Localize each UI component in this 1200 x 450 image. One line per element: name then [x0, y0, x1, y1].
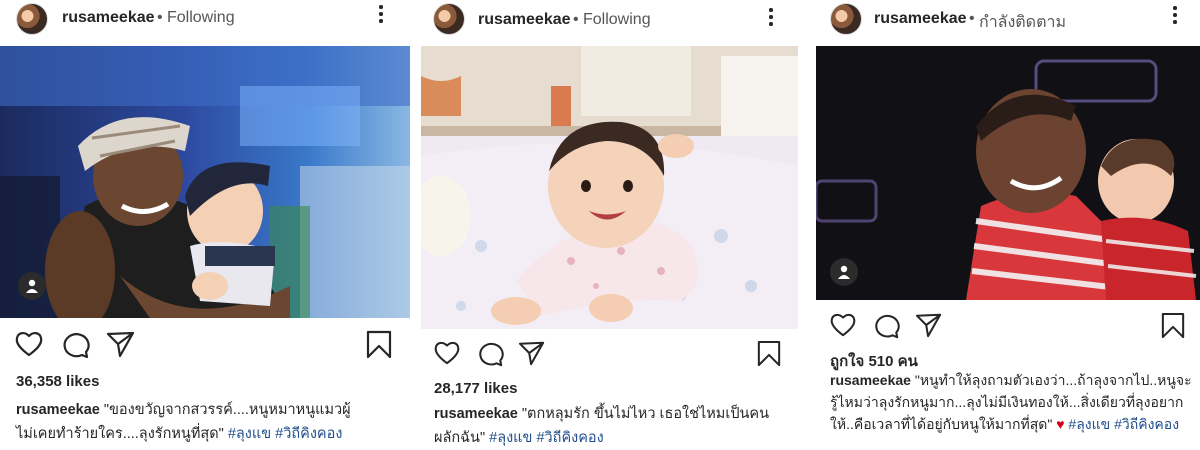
action-bar — [421, 340, 798, 370]
follow-status[interactable]: กำลังติดตาม — [979, 10, 1066, 35]
post-image[interactable] — [421, 46, 798, 329]
hashtag[interactable]: #ลุงแข — [489, 430, 532, 446]
post-image[interactable] — [816, 46, 1200, 300]
heart-outline-icon[interactable] — [14, 330, 44, 358]
post-image[interactable] — [0, 46, 410, 318]
bookmark-icon[interactable] — [366, 330, 392, 360]
caption-username[interactable]: rusameekae — [16, 402, 100, 418]
caption: rusameekae "ตกหลุมรัก ขึ้นไม่ไหว เธอใช่ไ… — [434, 402, 784, 450]
avatar[interactable] — [16, 3, 48, 35]
heart-outline-icon[interactable] — [433, 340, 461, 366]
post-card-3: rusameekae • กำลังติดตาม ถูกใจ 510 คน ru… — [816, 0, 1200, 450]
username-link[interactable]: rusameekae — [478, 11, 571, 29]
hashtag[interactable]: #ลุงแข — [228, 426, 271, 442]
bookmark-icon[interactable] — [757, 340, 781, 368]
caption-username[interactable]: rusameekae — [434, 406, 518, 422]
paper-plane-icon[interactable] — [518, 340, 546, 366]
action-bar — [0, 330, 410, 360]
user-tag-icon[interactable] — [830, 258, 858, 286]
paper-plane-icon[interactable] — [106, 330, 136, 358]
paper-plane-icon[interactable] — [915, 312, 943, 338]
separator-dot: • — [969, 10, 975, 27]
action-bar — [816, 312, 1200, 342]
post-header: rusameekae • กำลังติดตาม — [816, 0, 1200, 44]
post-card-1: rusameekae • Following 36,358 likes rusa… — [0, 0, 410, 450]
post-header: rusameekae • Following — [421, 0, 798, 44]
separator-dot: • — [573, 11, 579, 28]
user-tag-icon[interactable] — [18, 272, 46, 300]
caption: rusameekae "ของขวัญจากสวรรค์....หนูหมาหน… — [16, 398, 366, 446]
hashtag[interactable]: #ลุงแข — [1068, 416, 1110, 432]
avatar[interactable] — [433, 3, 465, 35]
username-link[interactable]: rusameekae — [62, 9, 155, 27]
separator-dot: • — [157, 9, 163, 26]
hashtag[interactable]: #วิถีคิงคอง — [275, 426, 342, 442]
likes-count[interactable]: 36,358 likes — [16, 373, 99, 390]
avatar[interactable] — [830, 3, 862, 35]
follow-status[interactable]: Following — [583, 11, 651, 29]
heart-outline-icon[interactable] — [829, 312, 857, 338]
hashtag[interactable]: #วิถีคิงคอง — [1114, 416, 1179, 432]
post-header: rusameekae • Following — [0, 0, 410, 44]
follow-status[interactable]: Following — [167, 9, 235, 27]
post-card-2: rusameekae • Following 28,177 likes rusa… — [421, 0, 798, 450]
caption-username[interactable]: rusameekae — [830, 372, 911, 388]
comment-bubble-icon[interactable] — [872, 312, 900, 340]
comment-bubble-icon[interactable] — [476, 340, 504, 368]
caption: rusameekae "หนูทำให้ลุงถามตัวเองว่า...ถ้… — [830, 369, 1192, 435]
comment-bubble-icon[interactable] — [60, 330, 90, 360]
bookmark-icon[interactable] — [1161, 312, 1185, 340]
more-vertical-icon[interactable] — [768, 8, 774, 30]
more-vertical-icon[interactable] — [1172, 6, 1178, 28]
more-vertical-icon[interactable] — [378, 5, 384, 27]
heart-emoji-icon: ♥ — [1056, 416, 1065, 432]
likes-count[interactable]: 28,177 likes — [434, 380, 517, 397]
hashtag[interactable]: #วิถีคิงคอง — [536, 430, 603, 446]
username-link[interactable]: rusameekae — [874, 10, 967, 28]
